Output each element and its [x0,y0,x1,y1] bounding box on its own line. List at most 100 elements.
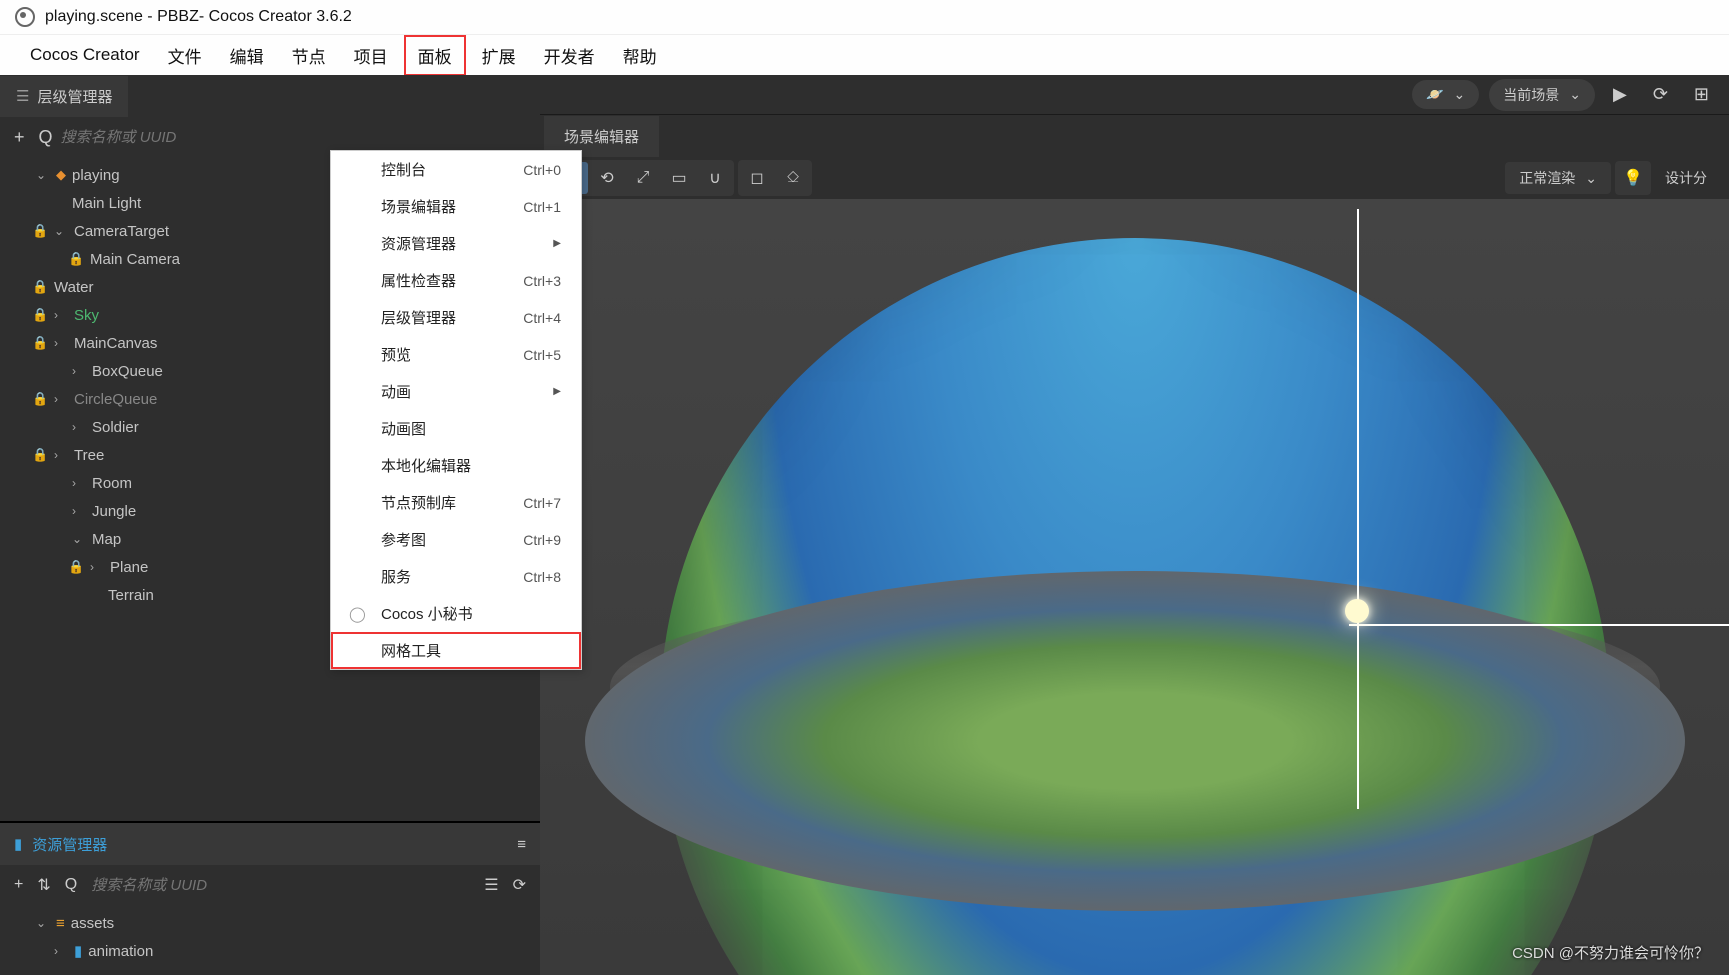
axis-horizontal [1349,624,1729,626]
menu-developer[interactable]: 开发者 [532,37,607,74]
lock-icon[interactable]: 🔒 [32,391,48,407]
lock-icon[interactable]: 🔒 [32,307,48,323]
chevron-down-icon[interactable]: ⌄ [54,224,68,238]
dropdown-item[interactable]: 动画 [331,373,581,410]
avatar-icon: ◯ [349,605,366,623]
render-mode-label: 正常渲染 [1519,168,1575,188]
chevron-right-icon[interactable]: › [72,364,86,378]
dropdown-item-label: 属性检查器 [381,270,456,291]
dropdown-item[interactable]: 参考图 Ctrl+9 [331,521,581,558]
local-tool[interactable]: ⎐ [776,162,810,194]
dropdown-item[interactable]: 资源管理器 [331,225,581,262]
tree-item-label: Jungle [92,503,136,520]
dropdown-item[interactable]: 节点预制库Ctrl+7 [331,484,581,521]
folder-icon: ▮ [74,942,82,960]
tree-item-label: playing [72,167,120,184]
design-label: 设计分 [1655,168,1717,188]
dropdown-item-label: 网格工具 [381,640,441,661]
chevron-down-icon: ⌄ [1454,86,1466,103]
app-icon [15,7,35,27]
lock-icon[interactable]: 🔒 [32,447,48,463]
tree-item-label: Main Light [72,195,141,212]
scale-tool[interactable]: ⤢ [626,162,660,194]
tree-item-label: BoxQueue [92,363,163,380]
rect-tool[interactable]: ▭ [662,162,696,194]
dropdown-item[interactable]: 属性检查器Ctrl+3 [331,262,581,299]
dropdown-item[interactable]: 动画图 [331,410,581,447]
tree-item-label: Water [54,279,93,296]
menu-edit[interactable]: 编辑 [218,37,276,74]
sun-gizmo[interactable] [1345,599,1369,623]
refresh-icon[interactable]: ⟳ [513,875,526,895]
lock-icon[interactable]: 🔒 [68,251,84,267]
dropdown-item[interactable]: 服务Ctrl+8 [331,558,581,595]
add-node-button[interactable]: + [14,127,25,148]
scene-viewport[interactable]: CSDN @不努力谁会可怜你？ [540,199,1729,975]
dropdown-item[interactable]: 控制台Ctrl+0 [331,151,581,188]
lock-icon[interactable]: 🔒 [32,279,48,295]
pivot-tool[interactable]: ◻ [740,162,774,194]
dropdown-item-label: 参考图 [381,529,426,550]
chevron-down-icon[interactable]: ⌄ [36,168,50,182]
lock-icon[interactable]: 🔒 [32,223,48,239]
assets-tab[interactable]: ▮ 资源管理器 ≡ [0,823,540,865]
axis-vertical [1357,209,1359,809]
sort-icon[interactable]: ⇅ [37,875,50,895]
dropdown-item-label: 场景编辑器 [381,196,456,217]
hierarchy-search: Q [39,127,526,148]
list-view-icon[interactable]: ☰ [484,875,498,895]
lock-icon[interactable]: 🔒 [68,559,84,575]
hierarchy-search-input[interactable] [61,129,526,146]
assets-menu-icon[interactable]: ≡ [517,836,526,853]
dropdown-item[interactable]: 网格工具 [331,632,581,669]
hierarchy-tab[interactable]: ☰ 层级管理器 [0,76,128,117]
tree-item-label: Soldier [92,419,139,436]
chevron-right-icon[interactable]: › [72,476,86,490]
menu-cocos[interactable]: Cocos Creator [18,39,152,71]
tree-item-label: Map [92,531,121,548]
menu-project[interactable]: 项目 [342,37,400,74]
layout-button[interactable]: ⊞ [1686,80,1717,109]
menu-extension[interactable]: 扩展 [470,37,528,74]
tree-item[interactable]: ⌄≡assets [0,909,540,937]
dropdown-item[interactable]: 层级管理器Ctrl+4 [331,299,581,336]
light-toggle[interactable]: 💡 [1615,161,1651,195]
rotate-tool[interactable]: ⟲ [590,162,624,194]
chevron-right-icon[interactable]: › [72,420,86,434]
dropdown-shortcut: Ctrl+9 [523,532,561,548]
dropdown-item[interactable]: Cocos 小秘书◯ [331,595,581,632]
chevron-right-icon[interactable]: › [54,308,68,322]
chevron-right-icon[interactable]: › [90,560,104,574]
dropdown-item[interactable]: 本地化编辑器 [331,447,581,484]
chevron-right-icon[interactable]: › [54,448,68,462]
dropdown-item-label: 服务 [381,566,411,587]
menu-node[interactable]: 节点 [280,37,338,74]
reload-button[interactable]: ⟳ [1645,80,1676,109]
menu-help[interactable]: 帮助 [611,37,669,74]
tree-item-label: Room [92,475,132,492]
chevron-right-icon[interactable]: › [72,504,86,518]
menu-panel[interactable]: 面板 [404,35,466,76]
render-mode-select[interactable]: 正常渲染 ⌄ [1505,162,1611,194]
chevron-down-icon[interactable]: ⌄ [72,532,86,546]
terrain-render [585,571,1685,911]
lock-icon[interactable]: 🔒 [32,335,48,351]
menu-file[interactable]: 文件 [156,37,214,74]
chevron-down-icon[interactable]: ⌄ [36,916,50,930]
chevron-right-icon[interactable]: › [54,944,68,958]
dropdown-item[interactable]: 场景编辑器Ctrl+1 [331,188,581,225]
assets-search-input[interactable] [91,877,470,894]
anchor-tool[interactable]: ∪ [698,162,732,194]
chevron-right-icon[interactable]: › [54,336,68,350]
watermark: CSDN @不努力谁会可怜你？ [1512,942,1709,963]
scene-selector[interactable]: 当前场景 ⌄ [1489,79,1595,111]
folder-icon: ▮ [14,835,22,853]
dropdown-item-label: 控制台 [381,159,426,180]
gizmo-pill[interactable]: 🪐 ⌄ [1412,80,1479,109]
add-asset-button[interactable]: + [14,876,23,894]
chevron-right-icon[interactable]: › [54,392,68,406]
tree-item[interactable]: ›▮animation [0,937,540,965]
dropdown-item[interactable]: 预览Ctrl+5 [331,336,581,373]
play-button[interactable]: ▶ [1605,80,1635,109]
tree-item-label: Plane [110,559,148,576]
